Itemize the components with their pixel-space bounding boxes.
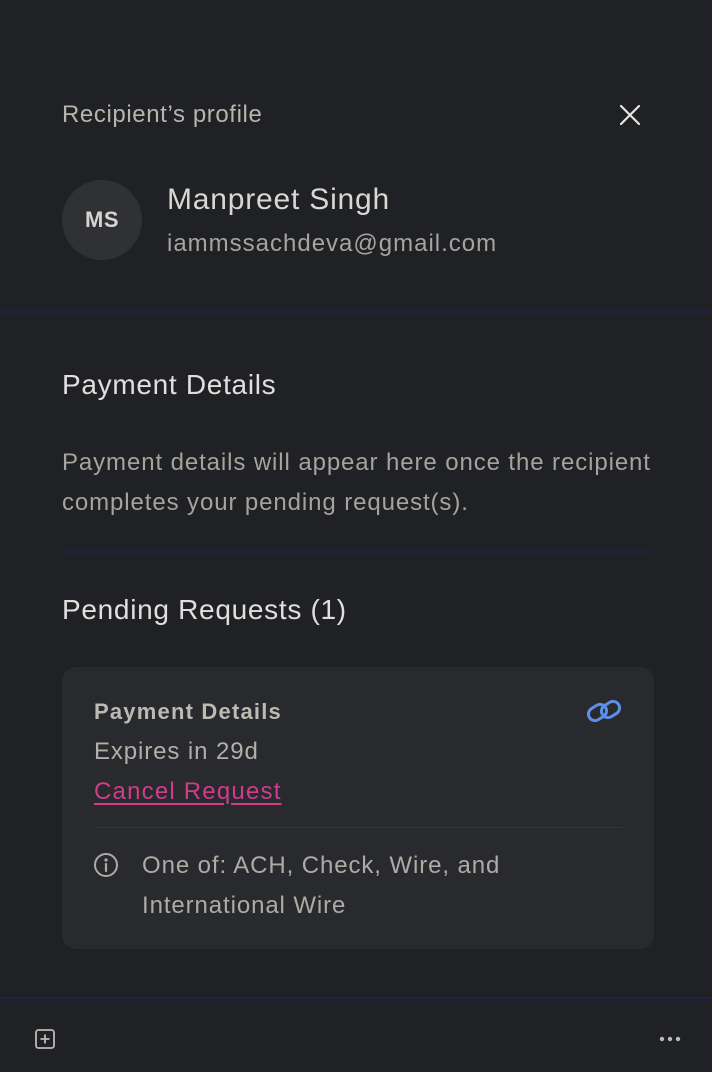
pending-request-card: Payment Details Expires in 29d Cancel Re… xyxy=(62,667,654,949)
payment-details-heading: Payment Details xyxy=(62,369,277,400)
recipient-profile-header: Recipient’s profile MS Manpreet Singh ia… xyxy=(0,0,712,313)
close-icon[interactable] xyxy=(619,104,641,126)
request-expiry: Expires in 29d xyxy=(94,738,259,765)
cancel-request-link[interactable]: Cancel Request xyxy=(94,778,282,806)
avatar: MS xyxy=(62,180,142,260)
info-icon xyxy=(94,853,118,877)
card-divider xyxy=(94,827,622,828)
more-options-button[interactable] xyxy=(654,1027,686,1051)
more-horizontal-icon[interactable] xyxy=(659,1036,681,1042)
footer-divider xyxy=(0,997,712,999)
close-button[interactable] xyxy=(614,99,646,131)
section-divider xyxy=(62,551,654,553)
request-title: Payment Details xyxy=(94,699,282,724)
panel-title: Recipient’s profile xyxy=(62,101,263,128)
add-square-icon[interactable] xyxy=(34,1028,56,1050)
pending-requests-heading: Pending Requests (1) xyxy=(62,594,347,625)
link-icon[interactable] xyxy=(585,696,623,726)
add-button[interactable] xyxy=(33,1027,57,1051)
payment-details-description: Payment details will appear here once th… xyxy=(62,449,651,516)
accepted-methods-note: One of: ACH, Check, Wire, and Internatio… xyxy=(142,852,501,919)
recipient-email: iammssachdeva@gmail.com xyxy=(167,230,498,257)
copy-link-button[interactable] xyxy=(582,693,626,729)
recipient-name: Manpreet Singh xyxy=(167,183,391,216)
